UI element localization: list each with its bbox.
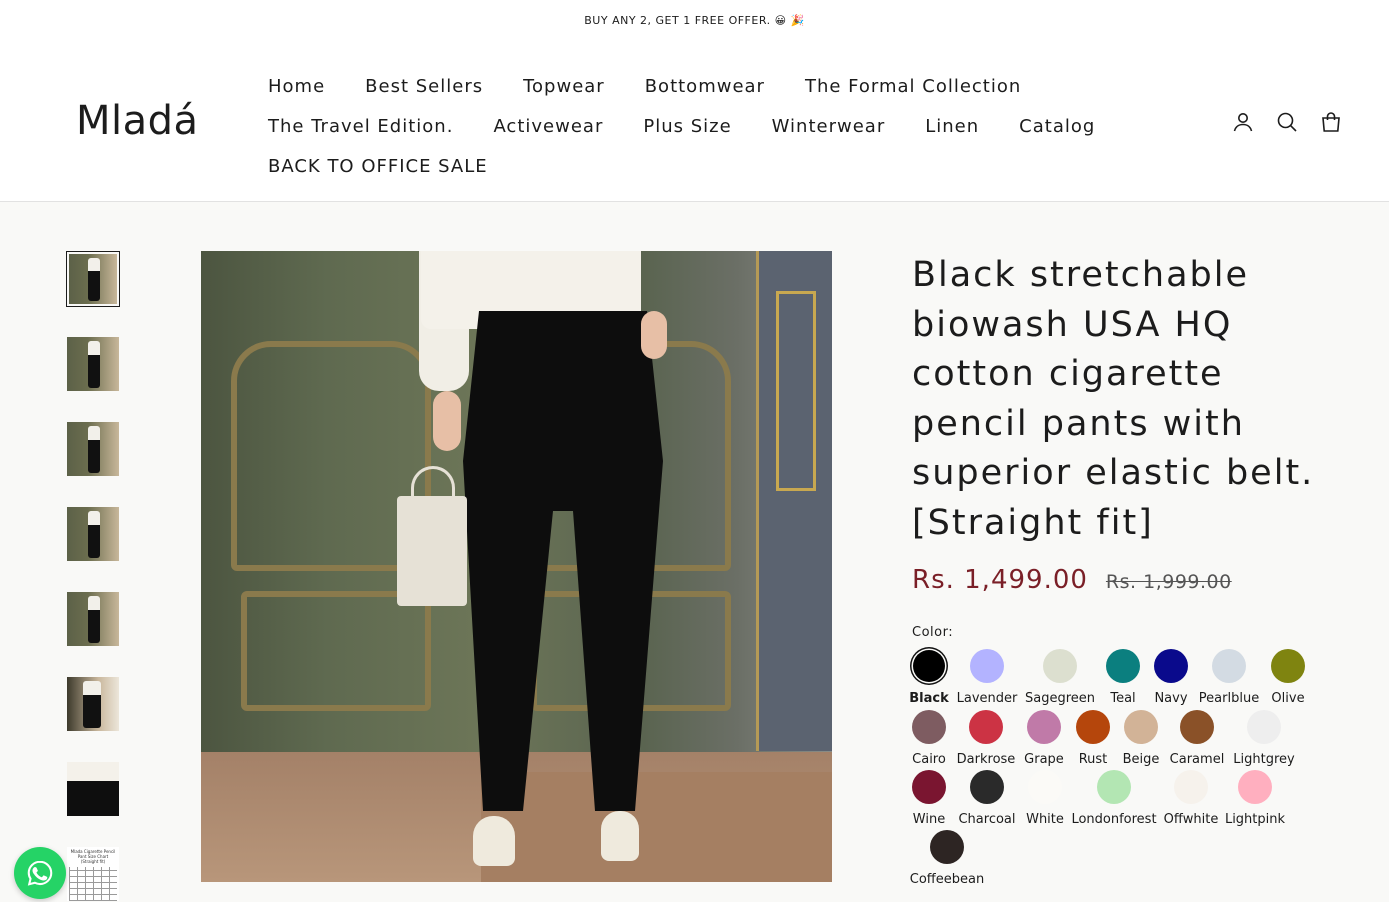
color-dot-caramel [1180, 710, 1214, 744]
whatsapp-chat-button[interactable] [14, 847, 66, 899]
thumbnail-3[interactable] [66, 421, 120, 477]
color-name-lavender: Lavender [956, 691, 1018, 706]
cart-icon[interactable] [1319, 110, 1343, 134]
color-name-coffeebean: Coffeebean [909, 872, 985, 887]
nav-row-2: The Travel Edition. Activewear Plus Size… [268, 106, 1168, 146]
nav-item-back-to-office-sale[interactable]: BACK TO OFFICE SALE [268, 156, 488, 177]
nav-item-topwear[interactable]: Topwear [523, 76, 605, 97]
color-name-white: White [1026, 812, 1064, 827]
nav-item-home[interactable]: Home [268, 76, 325, 97]
color-swatch-coffeebean[interactable]: Coffeebean [897, 830, 997, 887]
site-logo[interactable]: Mladá [76, 98, 199, 144]
thumbnail-4[interactable] [66, 506, 120, 562]
thumbnail-2[interactable] [66, 336, 120, 392]
color-dot-lightgrey [1247, 710, 1281, 744]
color-dot-coffeebean [930, 830, 964, 864]
color-label: Color: [912, 625, 954, 640]
main-product-image[interactable] [201, 251, 832, 882]
main-navigation: Home Best Sellers Topwear Bottomwear The… [268, 66, 1168, 186]
nav-item-best-sellers[interactable]: Best Sellers [365, 76, 483, 97]
nav-item-catalog[interactable]: Catalog [1019, 116, 1095, 137]
thumbnail-1[interactable] [66, 251, 120, 307]
product-title: Black stretchable biowash USA HQ cotton … [912, 255, 1315, 543]
nav-item-activewear[interactable]: Activewear [493, 116, 603, 137]
color-dot-white [1028, 770, 1062, 804]
color-swatch-lightpink[interactable]: Lightpink [1205, 770, 1305, 827]
announcement-bar: BUY ANY 2, GET 1 FREE OFFER. 😀 🎉 [0, 0, 1389, 40]
nav-item-bottomwear[interactable]: Bottomwear [645, 76, 765, 97]
product-info: Black stretchable biowash USA HQ cotton … [909, 251, 1352, 889]
nav-item-winterwear[interactable]: Winterwear [772, 116, 886, 137]
color-dot-offwhite [1174, 770, 1208, 804]
color-dot-londonforest [1097, 770, 1131, 804]
nav-row-1: Home Best Sellers Topwear Bottomwear The… [268, 66, 1168, 106]
nav-item-linen[interactable]: Linen [925, 116, 979, 137]
color-dot-sagegreen [1043, 649, 1077, 683]
color-dot-olive [1271, 649, 1305, 683]
nav-item-travel-edition[interactable]: The Travel Edition. [268, 116, 453, 137]
color-name-lightpink: Lightpink [1224, 812, 1286, 827]
thumbnail-gallery: Mlada Cigarette Pencil Pant Size Chart (… [66, 251, 120, 902]
price-block: Rs. 1,499.00 Rs. 1,999.00 [912, 565, 1352, 595]
thumbnail-5[interactable] [66, 591, 120, 647]
thumbnail-6[interactable] [66, 676, 120, 732]
search-icon[interactable] [1275, 110, 1299, 134]
color-dot-lavender [970, 649, 1004, 683]
nav-item-plus-size[interactable]: Plus Size [643, 116, 731, 137]
size-chart-thumb-title: Mlada Cigarette Pencil Pant Size Chart (… [70, 849, 116, 864]
color-name-olive: Olive [1271, 691, 1305, 706]
whatsapp-icon [27, 860, 53, 886]
color-name-lightgrey: Lightgrey [1233, 752, 1295, 767]
nav-row-3: BACK TO OFFICE SALE [268, 146, 1168, 186]
nav-item-formal-collection[interactable]: The Formal Collection [805, 76, 1021, 97]
color-swatches: Black Lavender Sagegreen Teal Navy Pearlblue O… [909, 649, 1352, 889]
color-swatch-lightgrey[interactable]: Lightgrey [1214, 710, 1314, 767]
account-icon[interactable] [1231, 110, 1255, 134]
site-header: Mladá Home Best Sellers Topwear Bottomwe… [0, 40, 1389, 202]
color-dot-lightpink [1238, 770, 1272, 804]
sale-price: Rs. 1,499.00 [912, 565, 1088, 595]
thumbnail-size-chart[interactable]: Mlada Cigarette Pencil Pant Size Chart (… [66, 846, 120, 902]
color-swatch-olive[interactable]: Olive [1238, 649, 1338, 706]
announcement-text: BUY ANY 2, GET 1 FREE OFFER. 😀 🎉 [584, 13, 805, 27]
thumbnail-7[interactable] [66, 761, 120, 817]
compare-price: Rs. 1,999.00 [1105, 571, 1232, 593]
header-actions [1231, 110, 1343, 134]
